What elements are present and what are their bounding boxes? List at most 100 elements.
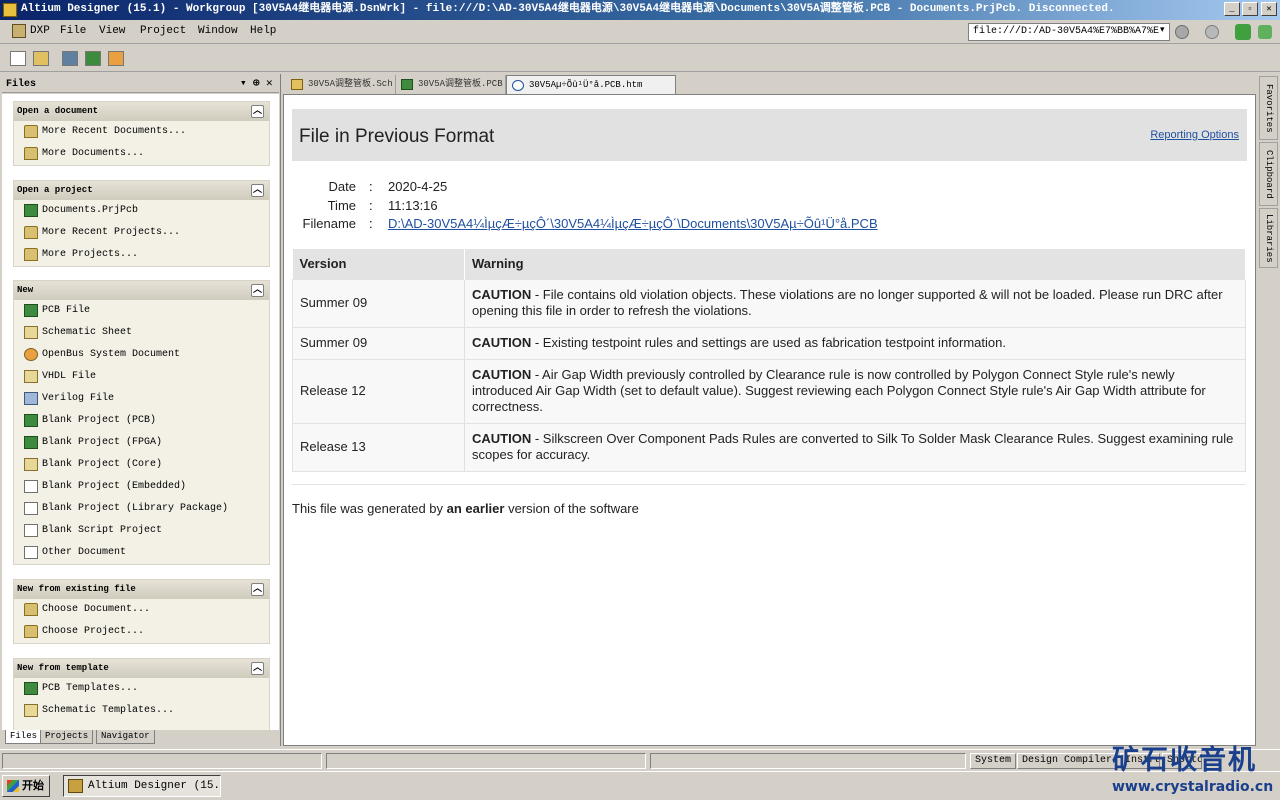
home-icon[interactable] (1235, 24, 1251, 40)
divider (292, 484, 1246, 485)
menu-dxp[interactable]: DXP (30, 25, 50, 37)
collapse-icon[interactable]: ︿ (251, 105, 264, 118)
new-blank-script-project[interactable]: Blank Script Project (14, 520, 269, 542)
date-colon: : (369, 179, 373, 194)
menu-window[interactable]: Window (198, 25, 238, 37)
pcb-toolbar-icon[interactable] (85, 51, 101, 66)
menu-project[interactable]: Project (140, 25, 186, 37)
collapse-icon[interactable]: ︿ (251, 184, 264, 197)
item-label: More Recent Projects... (42, 227, 181, 238)
warning-cell: CAUTION - File contains old violation ob… (464, 278, 1246, 328)
minimize-button[interactable]: _ (1224, 2, 1240, 16)
system-button[interactable]: System (970, 753, 1017, 769)
open-project-icon[interactable] (62, 51, 78, 66)
address-field[interactable]: file:///D:/AD-30V5A4%E7%BB%A7%E (968, 23, 1170, 41)
panel-menu-icon[interactable]: ▾ (240, 76, 247, 93)
filename-value: D:\AD-30V5A4¼ÌµçÆ÷µçÔ´\30V5A4¼ÌµçÆ÷µçÔ´\… (388, 216, 878, 231)
new-verilog-file[interactable]: Verilog File (14, 388, 269, 410)
tab-files[interactable]: Files (5, 730, 43, 744)
open-recent-documents[interactable]: More Recent Documents... (14, 121, 269, 143)
tab-schematic-doc[interactable]: 30V5A调整管板.Sch (286, 75, 396, 94)
open-recent-projects[interactable]: More Recent Projects... (14, 222, 269, 244)
taskbar-altium-item[interactable]: Altium Designer (15... (63, 775, 221, 797)
section-header[interactable]: New from template ︿ (14, 659, 269, 678)
schematic-icon (291, 79, 303, 90)
generated-note: This file was generated by an earlier ve… (292, 501, 639, 516)
dxp-icon (12, 24, 26, 38)
item-label: Verilog File (42, 393, 115, 404)
design-compiler-button[interactable]: Design Compiler (1017, 753, 1118, 769)
section-header[interactable]: Open a document ︿ (14, 102, 269, 121)
files-panel: Files ▾ ⊕ ✕ Open a document ︿ More Recent… (0, 74, 281, 746)
item-label: Other Document (42, 547, 127, 558)
pcb-templates[interactable]: PCB Templates... (14, 678, 269, 700)
document-tabs: 30V5A调整管板.Sch 30V5A调整管板.PCB 30V5Aµ÷Õû¹Ü°… (282, 74, 1257, 94)
new-blank-project-fpga[interactable]: Blank Project (FPGA) (14, 432, 269, 454)
new-blank-project-core[interactable]: Blank Project (Core) (14, 454, 269, 476)
new-blank-project-library[interactable]: Blank Project (Library Package) (14, 498, 269, 520)
start-button[interactable]: 开始 (2, 775, 50, 797)
tab-projects[interactable]: Projects (40, 730, 94, 744)
fpga-project-icon (24, 436, 38, 449)
tab-favorites[interactable]: Favorites (1259, 76, 1278, 140)
item-label: Schematic Templates... (42, 705, 175, 716)
title-bar: Altium Designer (15.1) - Workgroup [30V5… (0, 0, 1280, 20)
maximize-button[interactable]: ▫ (1242, 2, 1258, 16)
new-vhdl-file[interactable]: VHDL File (14, 366, 269, 388)
back-icon[interactable] (1175, 25, 1189, 39)
menu-view[interactable]: View (99, 25, 125, 37)
open-documents-prjpcb[interactable]: Documents.PrjPcb (14, 200, 269, 222)
close-button[interactable]: ✕ (1261, 2, 1277, 16)
pcb-file-icon (24, 304, 38, 317)
reporting-options-link[interactable]: Reporting Options (1150, 129, 1239, 141)
choose-document[interactable]: Choose Document... (14, 599, 269, 621)
tab-navigator[interactable]: Navigator (96, 730, 155, 744)
section-header[interactable]: Open a project ︿ (14, 181, 269, 200)
folder-icon (24, 226, 38, 239)
open-more-projects[interactable]: More Projects... (14, 244, 269, 266)
new-openbus-document[interactable]: OpenBus System Document (14, 344, 269, 366)
forward-icon[interactable] (1205, 25, 1219, 39)
embedded-project-icon (24, 480, 38, 493)
warning-cell: CAUTION - Air Gap Width previously contr… (464, 358, 1246, 424)
web-page-icon (512, 80, 524, 91)
menu-help[interactable]: Help (250, 25, 276, 37)
section-new-from-template: New from template ︿ PCB Templates... Sche… (13, 658, 270, 730)
new-schematic-sheet[interactable]: Schematic Sheet (14, 322, 269, 344)
choose-project[interactable]: Choose Project... (14, 621, 269, 643)
new-blank-project-embedded[interactable]: Blank Project (Embedded) (14, 476, 269, 498)
schematic-templates[interactable]: Schematic Templates... (14, 700, 269, 722)
refresh-icon[interactable] (1258, 25, 1272, 39)
tab-clipboard[interactable]: Clipboard (1259, 142, 1278, 206)
item-label: More Recent Documents... (42, 126, 187, 137)
tab-pcb-doc[interactable]: 30V5A调整管板.PCB (396, 75, 506, 94)
new-blank-project-pcb[interactable]: Blank Project (PCB) (14, 410, 269, 432)
open-folder-icon[interactable] (33, 51, 49, 66)
section-header[interactable]: New from existing file ︿ (14, 580, 269, 599)
item-label: Schematic Sheet (42, 327, 133, 338)
verilog-icon (24, 392, 38, 405)
filename-link[interactable]: D:\AD-30V5A4¼ÌµçÆ÷µçÔ´\30V5A4¼ÌµçÆ÷µçÔ´\… (388, 216, 878, 231)
panel-close-icon[interactable]: ✕ (266, 76, 273, 93)
component-icon[interactable] (108, 51, 124, 66)
tab-htm-report[interactable]: 30V5Aµ÷Õû¹Ü°å.PCB.htm (506, 75, 676, 94)
pin-icon[interactable]: ⊕ (253, 76, 260, 93)
tab-libraries[interactable]: Libraries (1259, 208, 1278, 268)
note-text: version of the software (504, 501, 639, 516)
watermark-url: www.crystalradio.cn (1112, 779, 1274, 795)
open-more-documents[interactable]: More Documents... (14, 143, 269, 165)
section-title: New from template (17, 663, 109, 673)
collapse-icon[interactable]: ︿ (251, 583, 264, 596)
menu-file[interactable]: File (60, 25, 86, 37)
new-pcb-file[interactable]: PCB File (14, 300, 269, 322)
caution-tag: CAUTION (472, 286, 532, 302)
status-cell (650, 753, 966, 769)
collapse-icon[interactable]: ︿ (251, 284, 264, 297)
address-dropdown-icon[interactable]: ▾ (1160, 25, 1165, 35)
section-header[interactable]: New ︿ (14, 281, 269, 300)
new-document-icon[interactable] (10, 51, 26, 66)
collapse-icon[interactable]: ︿ (251, 662, 264, 675)
item-label: Choose Project... (42, 626, 145, 637)
windows-taskbar: 开始 Altium Designer (15... (0, 771, 1280, 800)
new-other-document[interactable]: Other Document (14, 542, 269, 564)
